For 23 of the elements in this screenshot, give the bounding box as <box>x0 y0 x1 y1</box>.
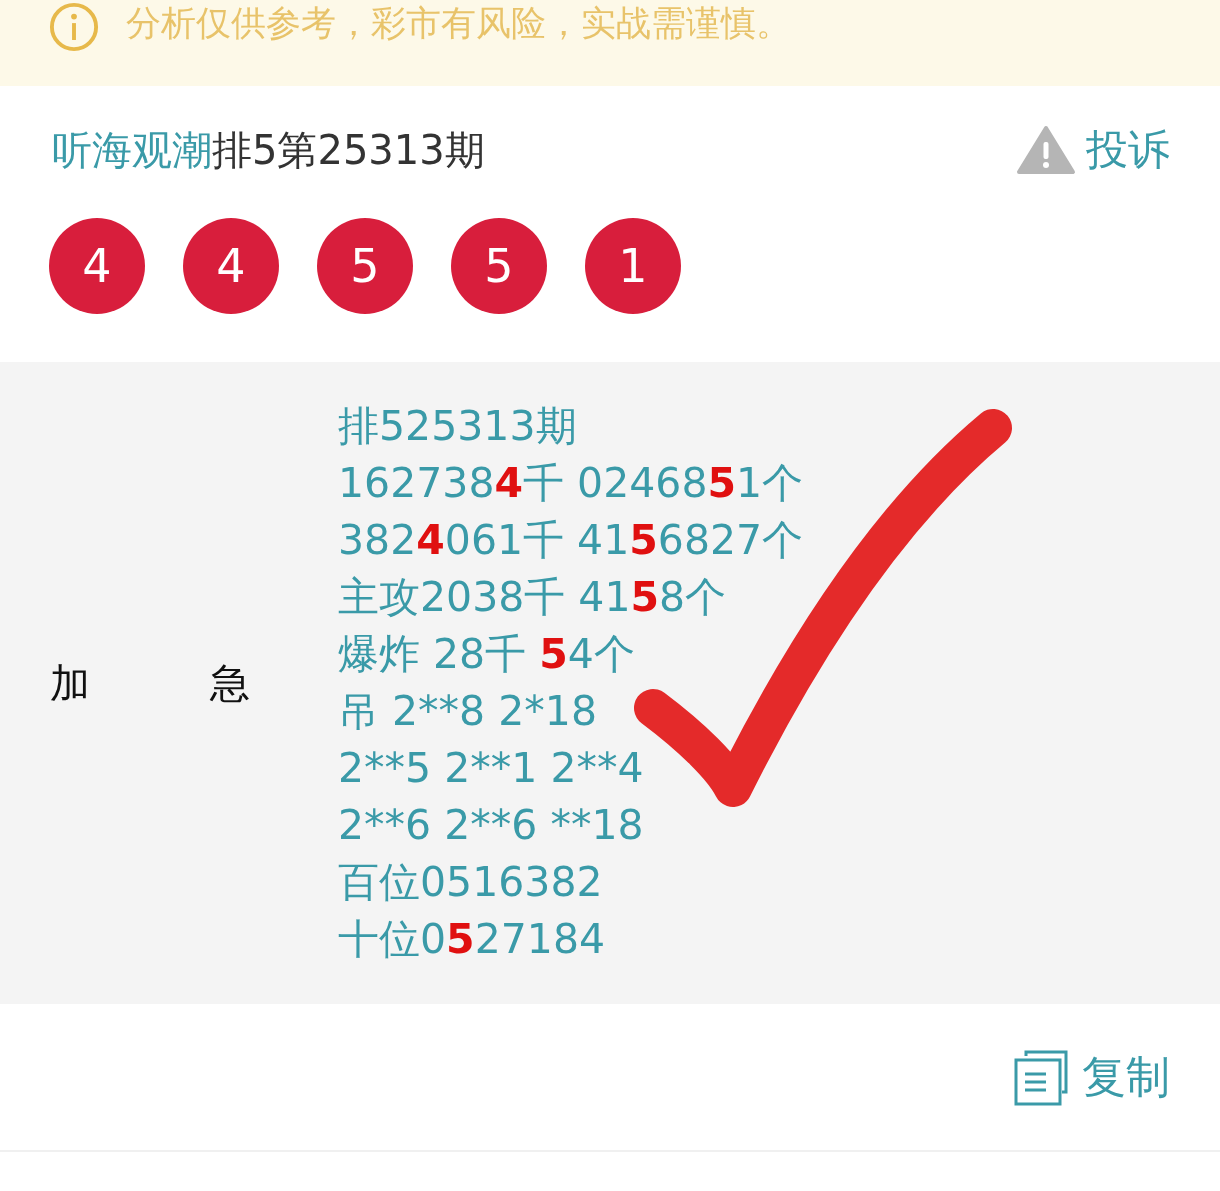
prediction-line: 2**5 2**1 2**4 <box>338 743 644 794</box>
prediction-line: 2**6 2**6 **18 <box>338 800 644 851</box>
prediction-line: 排525313期 <box>338 401 577 452</box>
prediction-line: 爆炸 28千 54个 <box>338 629 635 680</box>
number-ball: 5 <box>451 218 547 314</box>
warning-icon <box>1016 125 1076 175</box>
report-button[interactable]: 投诉 <box>1016 122 1170 178</box>
post-title: 排5第25313期 <box>212 126 485 173</box>
post-label: 加 急 <box>49 658 251 708</box>
number-ball: 4 <box>49 218 145 314</box>
number-ball: 4 <box>183 218 279 314</box>
prediction-line: 吊 2**8 2*18 <box>338 686 597 737</box>
number-ball: 1 <box>585 218 681 314</box>
number-ball: 5 <box>317 218 413 314</box>
prediction-line: 主攻2038千 4158个 <box>338 572 727 623</box>
prediction-line: 1627384千 0246851个 <box>338 458 804 509</box>
info-icon <box>48 1 100 53</box>
prediction-line: 百位0516382 <box>338 857 603 908</box>
prediction-line: 3824061千 4156827个 <box>338 515 804 566</box>
notice-text: 分析仅供参考，彩市有风险，实战需谨慎。 <box>126 2 791 45</box>
copy-button[interactable]: 复制 <box>1012 1047 1170 1107</box>
prediction-line: 十位0527184 <box>338 914 606 965</box>
author-name[interactable]: 听海观潮 <box>52 126 212 173</box>
